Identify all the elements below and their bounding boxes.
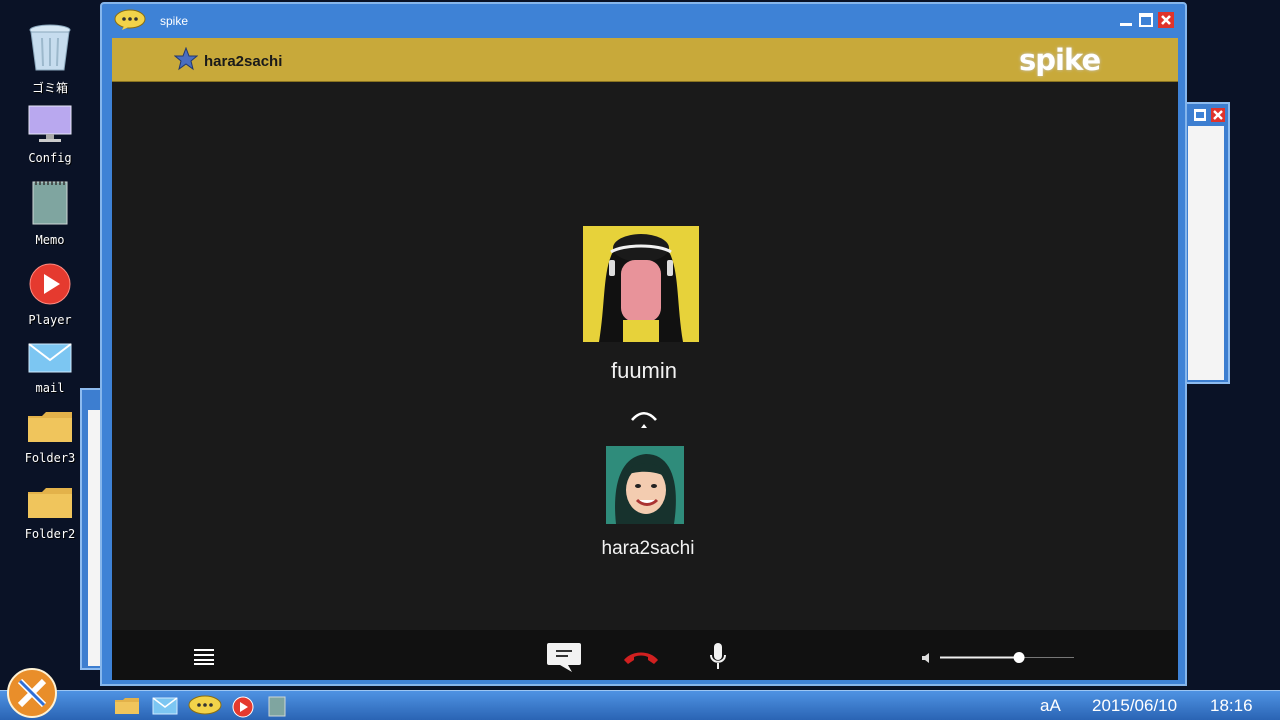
maximize-icon[interactable] <box>1138 12 1154 28</box>
folder-icon <box>28 412 72 442</box>
window-title: spike <box>160 14 189 28</box>
callee-avatar <box>583 226 699 342</box>
star-icon <box>174 47 198 71</box>
chat-bubble-icon <box>114 9 146 30</box>
background-window-right[interactable] <box>1180 102 1230 384</box>
desktop-icon-label: ゴミ箱 <box>31 81 68 95</box>
close-icon[interactable] <box>1158 12 1174 28</box>
trash-icon <box>29 24 71 71</box>
caller-avatar <box>606 446 684 524</box>
maximize-icon[interactable] <box>1193 108 1207 122</box>
desktop-icon-config[interactable]: Config <box>20 104 80 165</box>
desktop-icon-player[interactable]: Player <box>20 262 80 327</box>
call-panel: hara2sachi spike fuumin hara2sachi <box>112 38 1178 680</box>
calling-signal-icon <box>631 411 657 428</box>
volume-knob[interactable] <box>1013 652 1025 663</box>
speaker-icon <box>922 653 929 663</box>
chat-icon[interactable] <box>546 642 582 674</box>
desktop-icon-label: Folder2 <box>24 527 76 541</box>
envelope-icon <box>28 343 72 373</box>
notepad-icon <box>32 181 68 225</box>
folder-icon[interactable] <box>114 697 140 715</box>
minimize-icon[interactable] <box>1118 12 1134 28</box>
desktop-icon-label: Player <box>28 313 72 327</box>
taskbar-date: 2015/06/10 <box>1092 696 1178 715</box>
desktop-icon-folder2[interactable]: Folder2 <box>20 486 80 541</box>
hang-up-icon[interactable] <box>622 650 660 666</box>
play-icon[interactable] <box>232 696 254 718</box>
desktop-icon-memo[interactable]: Memo <box>20 178 80 247</box>
desktop-icon-label: Folder3 <box>24 451 76 465</box>
volume-slider[interactable] <box>940 650 1074 666</box>
menu-icon[interactable] <box>194 648 214 666</box>
microphone-icon[interactable] <box>709 642 727 672</box>
start-button-icon[interactable] <box>6 667 58 719</box>
spike-logo: spike <box>1019 43 1101 77</box>
desktop-icon-label: Memo <box>35 233 65 247</box>
taskbar: aA 2015/06/10 18:16 <box>0 668 1280 720</box>
monitor-icon <box>28 105 72 142</box>
desktop-icon-mail[interactable]: mail <box>20 342 80 395</box>
play-icon <box>29 263 71 305</box>
envelope-icon[interactable] <box>152 697 178 715</box>
volume-fill <box>940 656 1020 659</box>
folder-icon <box>28 488 72 518</box>
notepad-icon[interactable] <box>268 695 286 717</box>
ime-indicator[interactable]: aA <box>1040 696 1061 716</box>
close-icon[interactable] <box>1211 108 1225 122</box>
chat-bubble-icon[interactable] <box>188 695 222 717</box>
taskbar-clock: 18:16 <box>1210 696 1253 715</box>
desktop-icon-label: Config <box>28 151 72 165</box>
contact-name: hara2sachi <box>204 53 283 70</box>
window-titlebar[interactable]: spike <box>102 4 1185 36</box>
desktop-icon-label: mail <box>35 381 65 395</box>
callee-name: fuumin <box>610 358 678 383</box>
call-header: hara2sachi spike <box>112 38 1178 82</box>
call-controls <box>112 630 1178 680</box>
caller-name: hara2sachi <box>601 538 695 559</box>
spike-window[interactable]: spike hara2sachi spike fuumin hara2sachi <box>100 2 1187 686</box>
desktop-icon-folder3[interactable]: Folder3 <box>20 410 80 465</box>
desktop-icon-trash[interactable]: ゴミ箱 <box>20 24 80 96</box>
